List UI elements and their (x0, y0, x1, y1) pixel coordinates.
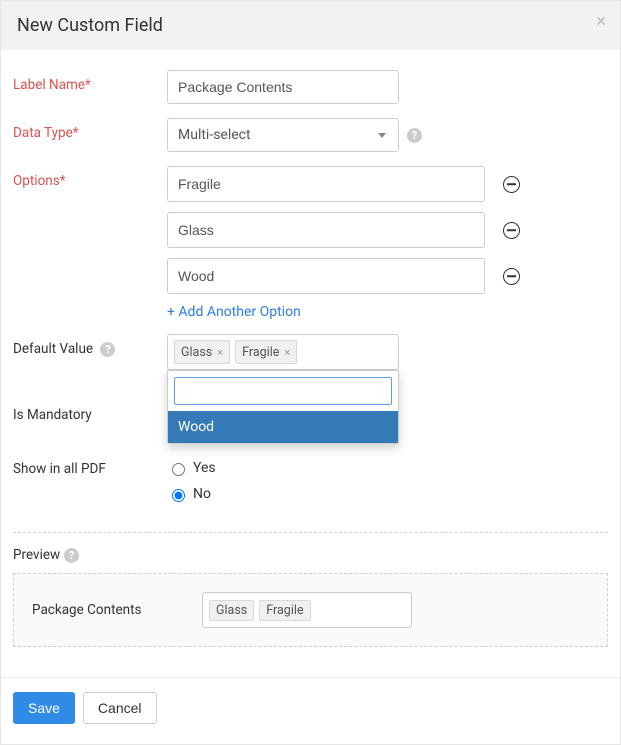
close-icon[interactable]: × (596, 11, 606, 32)
show-pdf-yes-radio[interactable] (172, 463, 185, 476)
label-is-mandatory: Is Mandatory (13, 400, 167, 423)
option-row (167, 258, 608, 294)
remove-option-icon[interactable] (503, 176, 520, 193)
tag: Glass × (174, 340, 230, 364)
tag-remove-icon[interactable]: × (284, 346, 290, 359)
modal-footer: Save Cancel (1, 677, 620, 744)
divider (13, 532, 608, 533)
preview-field-label: Package Contents (32, 602, 202, 618)
tag-label: Fragile (242, 345, 279, 360)
tag-remove-icon[interactable]: × (217, 346, 223, 359)
data-type-value: Multi-select (178, 127, 251, 143)
tag: Glass (209, 600, 254, 621)
radio-label-no: No (193, 486, 211, 502)
row-options: Options* + Add Another Option (13, 166, 608, 320)
add-option-link[interactable]: + Add Another Option (167, 304, 301, 320)
label-data-type: Data Type* (13, 118, 167, 141)
row-label-name: Label Name* (13, 70, 608, 104)
preview-multiselect[interactable]: Glass Fragile (202, 592, 412, 628)
tag-label: Fragile (266, 603, 303, 618)
tag-label: Glass (181, 345, 212, 360)
help-icon[interactable]: ? (100, 342, 115, 357)
row-default-value: Default Value ? Glass × Fragile × (13, 334, 608, 370)
data-type-select[interactable]: Multi-select (167, 118, 399, 152)
option-input-2[interactable] (167, 258, 485, 294)
option-input-0[interactable] (167, 166, 485, 202)
label-label-name: Label Name* (13, 70, 167, 93)
save-button[interactable]: Save (13, 692, 75, 724)
preview-box: Package Contents Glass Fragile (13, 573, 608, 647)
label-options: Options* (13, 166, 167, 189)
label-show-in-pdf: Show in all PDF (13, 454, 167, 477)
remove-option-icon[interactable] (503, 222, 520, 239)
row-data-type: Data Type* Multi-select ? (13, 118, 608, 152)
chevron-down-icon (378, 133, 386, 138)
label-default-value: Default Value ? (13, 334, 167, 357)
remove-option-icon[interactable] (503, 268, 520, 285)
modal-body: Label Name* Data Type* Multi-select ? Op… (1, 50, 620, 677)
dropdown-search-input[interactable] (174, 377, 392, 405)
new-custom-field-modal: New Custom Field × Label Name* Data Type… (0, 0, 621, 745)
cancel-button[interactable]: Cancel (83, 692, 157, 724)
tag: Fragile (259, 600, 310, 621)
option-row (167, 212, 608, 248)
radio-label-yes: Yes (193, 460, 216, 476)
tag: Fragile × (235, 340, 297, 364)
modal-title: New Custom Field (17, 15, 163, 36)
default-value-dropdown: Wood (167, 370, 399, 444)
default-value-multiselect[interactable]: Glass × Fragile × (167, 334, 399, 370)
label-name-input[interactable] (167, 70, 399, 104)
row-show-in-pdf: Show in all PDF Yes No (13, 454, 608, 508)
show-pdf-no-radio[interactable] (172, 489, 185, 502)
option-row (167, 166, 608, 202)
help-icon[interactable]: ? (407, 128, 422, 143)
label-preview: Preview ? (13, 547, 79, 563)
preview-section: Preview ? Package Contents Glass Fragile (13, 547, 608, 647)
modal-header: New Custom Field × (1, 1, 620, 50)
dropdown-item-wood[interactable]: Wood (168, 411, 398, 443)
help-icon[interactable]: ? (64, 548, 79, 563)
option-input-1[interactable] (167, 212, 485, 248)
tag-label: Glass (216, 603, 247, 618)
